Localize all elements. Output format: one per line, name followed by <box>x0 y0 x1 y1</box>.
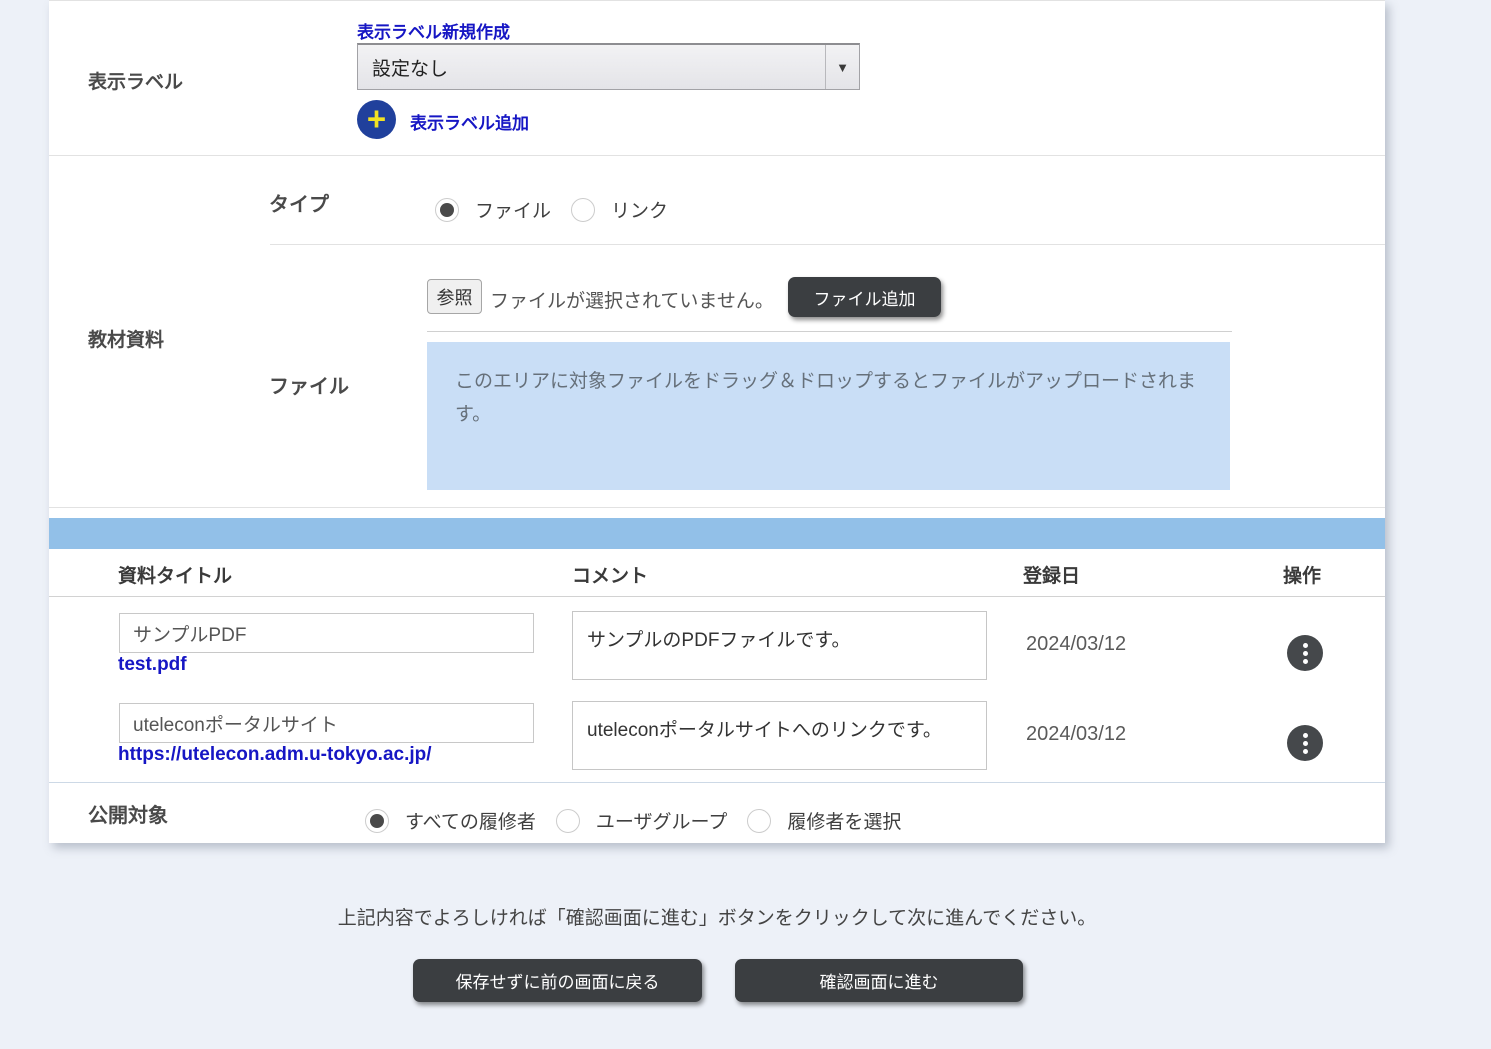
row-actions-menu-button[interactable] <box>1287 635 1323 671</box>
header-title: 資料タイトル <box>118 561 232 588</box>
add-file-button-label: ファイル追加 <box>814 285 916 310</box>
divider <box>49 507 1385 508</box>
no-file-selected-text: ファイルが選択されていません。 <box>490 286 774 313</box>
material-form-panel: 表示ラベル 表示ラベル新規作成 設定なし ▼ + 表示ラベル追加 教材資料 タイ… <box>49 0 1385 843</box>
material-section-label: 教材資料 <box>88 325 164 352</box>
type-radio-group: ファイル リンク <box>435 196 688 223</box>
display-label-select[interactable]: 設定なし ▼ <box>357 43 860 90</box>
browse-button-label: 参照 <box>437 284 473 310</box>
create-display-label-link[interactable]: 表示ラベル新規作成 <box>357 18 510 43</box>
radio-type-link[interactable] <box>571 198 595 222</box>
divider <box>49 596 1385 597</box>
material-date: 2024/03/12 <box>1026 633 1126 656</box>
publish-target-radio-group: すべての履修者 ユーザグループ 履修者を選択 <box>365 807 921 834</box>
display-label-select-value: 設定なし <box>358 54 825 81</box>
material-title-input[interactable] <box>119 703 534 743</box>
add-display-label-button[interactable]: + <box>357 100 396 139</box>
radio-select-students-label: 履修者を選択 <box>787 807 901 834</box>
radio-all-students-label: すべての履修者 <box>405 807 536 834</box>
material-date: 2024/03/12 <box>1026 723 1126 746</box>
dropdown-arrow-icon[interactable]: ▼ <box>825 45 859 89</box>
material-comment-box[interactable]: uteleconポータルサイトへのリンクです。 <box>572 701 987 770</box>
material-url-link[interactable]: https://utelecon.adm.u-tokyo.ac.jp/ <box>118 744 432 766</box>
radio-all-students[interactable] <box>365 809 389 833</box>
row-actions-menu-button[interactable] <box>1287 725 1323 761</box>
material-comment-text: サンプルのPDFファイルです。 <box>587 630 851 651</box>
display-label-row-label: 表示ラベル <box>88 67 183 94</box>
file-dropzone[interactable]: このエリアに対象ファイルをドラッグ＆ドロップするとファイルがアップロードされます… <box>427 342 1230 490</box>
material-title-input[interactable] <box>119 613 534 653</box>
divider <box>49 155 1385 156</box>
radio-type-link-label: リンク <box>611 196 668 223</box>
divider <box>427 331 1232 332</box>
publish-target-label: 公開対象 <box>88 799 168 828</box>
header-date: 登録日 <box>1023 561 1080 588</box>
file-row-label: ファイル <box>269 370 349 399</box>
material-comment-text: uteleconポータルサイトへのリンクです。 <box>587 720 942 741</box>
kebab-menu-icon <box>1303 741 1308 746</box>
add-display-label-link[interactable]: 表示ラベル追加 <box>410 109 529 134</box>
radio-type-file[interactable] <box>435 198 459 222</box>
section-separator-bar <box>49 518 1385 549</box>
dropzone-text: このエリアに対象ファイルをドラッグ＆ドロップするとファイルがアップロードされます… <box>455 371 1196 425</box>
back-without-saving-button[interactable]: 保存せずに前の画面に戻る <box>413 959 702 1002</box>
header-actions: 操作 <box>1283 561 1321 588</box>
add-file-button[interactable]: ファイル追加 <box>788 277 941 317</box>
type-row-label: タイプ <box>269 188 329 217</box>
material-comment-box[interactable]: サンプルのPDFファイルです。 <box>572 611 987 680</box>
plus-icon: + <box>367 102 386 135</box>
radio-type-file-label: ファイル <box>475 196 551 223</box>
material-file-link[interactable]: test.pdf <box>118 654 187 676</box>
divider <box>270 244 1385 245</box>
proceed-to-confirmation-button[interactable]: 確認画面に進む <box>735 959 1023 1002</box>
header-comment: コメント <box>572 561 648 588</box>
confirmation-instruction-text: 上記内容でよろしければ「確認画面に進む」ボタンをクリックして次に進んでください。 <box>49 903 1385 930</box>
divider <box>49 782 1385 783</box>
radio-user-group-label: ユーザグループ <box>596 807 727 834</box>
proceed-button-label: 確認画面に進む <box>820 968 939 993</box>
browse-button[interactable]: 参照 <box>427 279 482 314</box>
radio-user-group[interactable] <box>556 809 580 833</box>
radio-select-students[interactable] <box>747 809 771 833</box>
back-button-label: 保存せずに前の画面に戻る <box>456 968 660 993</box>
kebab-menu-icon <box>1303 651 1308 656</box>
